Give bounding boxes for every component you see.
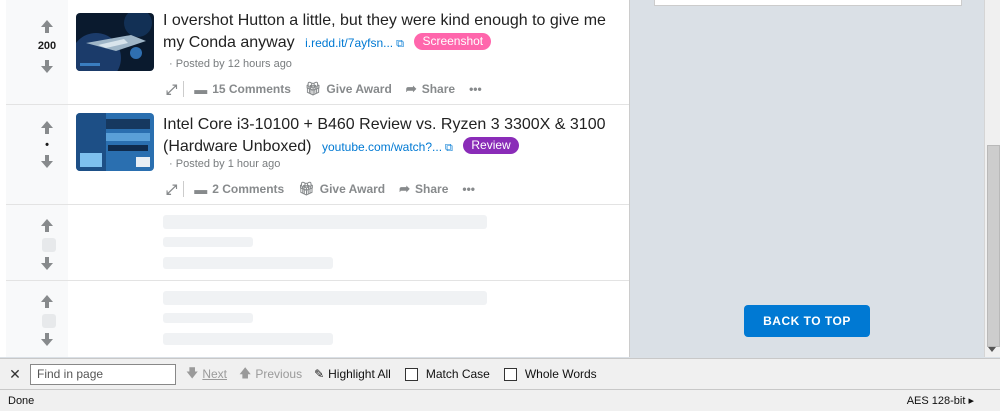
comments-button[interactable]: ▬ 15 Comments: [194, 82, 291, 97]
comment-icon: ▬: [194, 181, 208, 197]
whole-words-checkbox[interactable]: Whole Words: [502, 367, 597, 381]
meta-placeholder: [163, 237, 253, 247]
post-actions: ⤢ ▬ 2 Comments 🎁︎ Give Award ➦ Share •••: [166, 179, 489, 199]
downvote-icon[interactable]: [41, 60, 53, 73]
highlighter-icon: ✎: [314, 367, 325, 381]
loading-post-placeholder: [6, 205, 629, 281]
status-text: Done: [8, 394, 35, 407]
vote-column: [6, 105, 68, 204]
checkbox-box[interactable]: [503, 367, 517, 381]
divider: [183, 181, 185, 197]
share-label: Share: [415, 182, 449, 196]
post-domain-link[interactable]: youtube.com/watch?...: [322, 140, 442, 154]
find-next-label: Next: [202, 367, 228, 381]
post-actions: ⤢ ▬ 15 Comments 🎁︎ Give Award ➦ Share •••: [166, 79, 496, 99]
award-label: Give Award: [326, 82, 392, 96]
post-title-block: I overshot Hutton a little, but they wer…: [163, 10, 623, 55]
score-placeholder: [42, 314, 56, 328]
post-domain-link[interactable]: i.redd.it/7ayfsn...: [305, 36, 393, 50]
post-title-block: Intel Core i3-10100 + B460 Review vs. Ry…: [163, 114, 623, 159]
comment-icon: ▬: [194, 81, 208, 97]
share-icon: ➦: [399, 181, 411, 196]
comments-label: 2 Comments: [212, 182, 285, 196]
gift-icon: 🎁︎: [304, 81, 322, 96]
give-award-button[interactable]: 🎁︎ Give Award: [298, 181, 385, 197]
more-icon: •••: [469, 82, 482, 96]
close-find-bar-icon[interactable]: ✕: [0, 366, 30, 383]
security-label: AES 128-bit: [906, 394, 966, 407]
vote-column: [6, 205, 68, 280]
downvote-icon: [41, 333, 53, 346]
upvote-icon: [41, 219, 53, 232]
external-link-icon[interactable]: ⧉: [445, 142, 453, 154]
title-placeholder: [163, 215, 487, 229]
post-thumbnail[interactable]: [76, 13, 154, 71]
find-previous-label: Previous: [255, 367, 303, 381]
scroll-down-arrow-icon[interactable]: [988, 347, 996, 352]
status-bar: Done AES 128-bit ▸: [0, 389, 1000, 411]
post-thumbnail[interactable]: [76, 113, 154, 171]
arrow-up-icon: 🡅: [239, 365, 252, 380]
share-label: Share: [421, 82, 456, 96]
gift-icon: 🎁︎: [298, 181, 315, 196]
divider: [183, 81, 185, 97]
checkbox-box[interactable]: [404, 367, 418, 381]
whole-words-label: Whole Words: [524, 367, 597, 381]
thumbnail-image: [76, 13, 154, 71]
more-options-button[interactable]: •••: [469, 82, 482, 96]
upvote-icon[interactable]: [41, 20, 53, 33]
posted-by[interactable]: Posted by 12 hours ago: [176, 58, 292, 70]
arrow-down-icon: 🡇: [186, 365, 199, 380]
posted-by[interactable]: Posted by 1 hour ago: [176, 158, 281, 170]
scrollbar-thumb[interactable]: [987, 145, 1000, 347]
browser-viewport: 200 I overshot Hutton a little, but they…: [0, 0, 1000, 357]
find-previous-button[interactable]: 🡅 Previous: [239, 364, 302, 385]
external-link-icon[interactable]: ⧉: [396, 38, 404, 50]
post-card[interactable]: 200 I overshot Hutton a little, but they…: [6, 0, 629, 105]
title-placeholder: [163, 291, 487, 305]
vote-score: •: [45, 139, 49, 151]
share-icon: ➦: [405, 81, 417, 96]
share-button[interactable]: ➦ Share: [406, 81, 455, 97]
upvote-icon[interactable]: [41, 121, 53, 134]
thumbnail-image: [76, 113, 154, 171]
post-meta: · Posted by 1 hour ago: [169, 158, 281, 170]
award-label: Give Award: [319, 182, 386, 196]
more-icon: •••: [462, 182, 475, 196]
actions-placeholder: [163, 257, 333, 269]
find-next-button[interactable]: 🡇 Next: [186, 364, 227, 385]
match-case-label: Match Case: [425, 367, 490, 381]
comments-label: 15 Comments: [212, 82, 291, 96]
find-bar: ✕ 🡇Next 🡅Previous ✎Highlight All Match C…: [0, 358, 1000, 389]
vote-column: [6, 0, 68, 104]
dropdown-arrow-icon: ▸: [968, 395, 974, 407]
match-case-checkbox[interactable]: Match Case: [403, 367, 490, 381]
highlight-all-button[interactable]: ✎ Highlight All: [314, 367, 391, 381]
upvote-icon: [41, 295, 53, 308]
score-placeholder: [42, 238, 56, 252]
expand-icon[interactable]: ⤢: [166, 181, 177, 198]
meta-placeholder: [163, 313, 253, 323]
sidebar-card-bottom: [654, 0, 962, 6]
loading-post-placeholder: [6, 281, 629, 357]
expand-icon[interactable]: ⤢: [166, 81, 177, 98]
comments-button[interactable]: ▬ 2 Comments: [194, 182, 284, 197]
find-input[interactable]: [30, 363, 176, 385]
post-flair[interactable]: Review: [463, 137, 519, 154]
post-card[interactable]: • Intel Core i3-10100 + B460 Review vs. …: [6, 105, 629, 205]
highlight-all-label: Highlight All: [328, 367, 391, 381]
post-flair[interactable]: Screenshot: [414, 33, 492, 50]
vote-column: [6, 281, 68, 357]
give-award-button[interactable]: 🎁︎ Give Award: [305, 81, 392, 97]
actions-placeholder: [163, 333, 333, 345]
security-indicator[interactable]: AES 128-bit ▸: [906, 394, 974, 408]
vote-score: 200: [37, 40, 57, 52]
share-button[interactable]: ➦ Share: [399, 181, 448, 197]
downvote-icon: [41, 257, 53, 270]
post-feed: 200 I overshot Hutton a little, but they…: [0, 0, 630, 357]
back-to-top-button[interactable]: BACK TO TOP: [744, 305, 870, 337]
more-options-button[interactable]: •••: [462, 182, 475, 196]
downvote-icon[interactable]: [41, 155, 53, 168]
post-meta: · Posted by 12 hours ago: [169, 58, 292, 70]
